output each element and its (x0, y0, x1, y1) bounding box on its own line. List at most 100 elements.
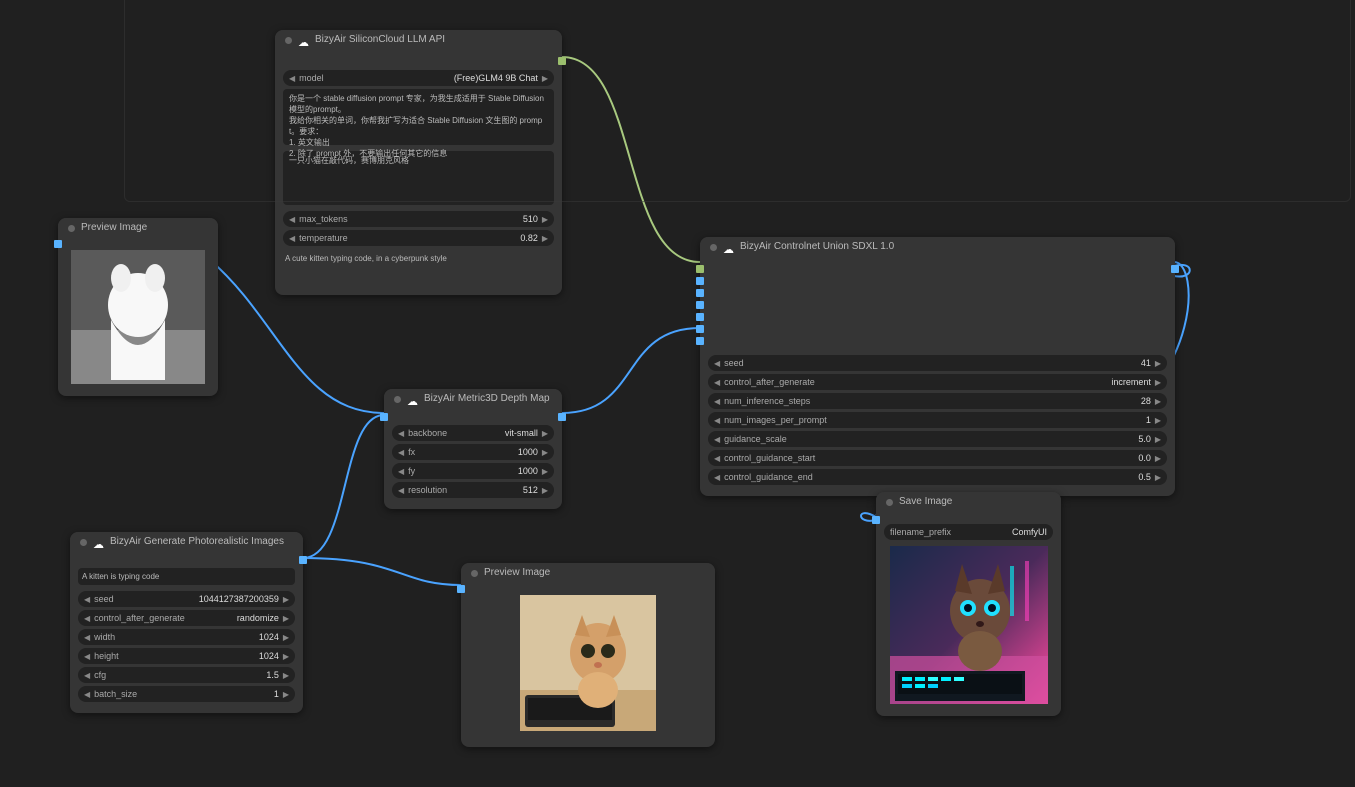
arrow-left-icon[interactable]: ◀ (398, 448, 404, 457)
arrow-right-icon[interactable]: ▶ (1155, 435, 1161, 444)
arrow-left-icon[interactable]: ◀ (714, 359, 720, 368)
input-port-1[interactable] (696, 265, 704, 273)
arrow-right-icon[interactable]: ▶ (542, 234, 548, 243)
output-port[interactable] (558, 413, 566, 421)
arrow-right-icon[interactable]: ▶ (283, 671, 289, 680)
control-guidance-end-input[interactable]: ◀control_guidance_end0.5▶ (708, 469, 1167, 485)
arrow-right-icon[interactable]: ▶ (283, 633, 289, 642)
arrow-left-icon[interactable]: ◀ (84, 671, 90, 680)
arrow-left-icon[interactable]: ◀ (398, 429, 404, 438)
output-port[interactable] (1171, 265, 1179, 273)
node-title[interactable]: Preview Image (461, 563, 715, 583)
user-prompt-input[interactable]: 一只小猫在敲代码，赛博朋克风格 (283, 151, 554, 205)
arrow-right-icon[interactable]: ▶ (542, 448, 548, 457)
node-depth-map[interactable]: BizyAir Metric3D Depth Map ◀backbonevit-… (384, 389, 562, 509)
arrow-left-icon[interactable]: ◀ (84, 595, 90, 604)
arrow-left-icon[interactable]: ◀ (714, 454, 720, 463)
arrow-left-icon[interactable]: ◀ (289, 74, 295, 83)
node-title[interactable]: BizyAir Controlnet Union SDXL 1.0 (700, 237, 1175, 257)
node-title[interactable]: BizyAir SiliconCloud LLM API (275, 30, 562, 50)
collapse-toggle-icon[interactable] (68, 225, 75, 232)
arrow-left-icon[interactable]: ◀ (714, 416, 720, 425)
arrow-right-icon[interactable]: ▶ (542, 467, 548, 476)
system-prompt-input[interactable]: 你是一个 stable diffusion prompt 专家，为我生成适用于 … (283, 89, 554, 145)
node-generate-images[interactable]: BizyAir Generate Photorealistic Images A… (70, 532, 303, 713)
arrow-left-icon[interactable]: ◀ (84, 690, 90, 699)
arrow-right-icon[interactable]: ▶ (1155, 454, 1161, 463)
seed-input[interactable]: ◀seed1044127387200359▶ (78, 591, 295, 607)
input-port-7[interactable] (696, 337, 704, 345)
node-save-image[interactable]: Save Image filename_prefix ComfyUI (876, 492, 1061, 716)
node-preview-image-2[interactable]: Preview Image (461, 563, 715, 747)
arrow-right-icon[interactable]: ▶ (1155, 416, 1161, 425)
seed-input[interactable]: ◀seed41▶ (708, 355, 1167, 371)
node-title[interactable]: Save Image (876, 492, 1061, 512)
prompt-input[interactable]: A kitten is typing code (78, 568, 295, 585)
input-port[interactable] (380, 413, 388, 421)
input-port[interactable] (872, 516, 880, 524)
control-guidance-start-input[interactable]: ◀control_guidance_start0.0▶ (708, 450, 1167, 466)
resolution-input[interactable]: ◀resolution512▶ (392, 482, 554, 498)
control-after-generate-select[interactable]: ◀control_after_generateincrement▶ (708, 374, 1167, 390)
node-preview-image-1[interactable]: Preview Image (58, 218, 218, 396)
collapse-toggle-icon[interactable] (394, 396, 401, 403)
fy-input[interactable]: ◀fy1000▶ (392, 463, 554, 479)
backbone-select[interactable]: ◀backbonevit-small▶ (392, 425, 554, 441)
arrow-right-icon[interactable]: ▶ (542, 74, 548, 83)
node-title[interactable]: BizyAir Metric3D Depth Map (384, 389, 562, 409)
input-port-5[interactable] (696, 313, 704, 321)
filename-prefix-input[interactable]: filename_prefix ComfyUI (884, 524, 1053, 540)
arrow-right-icon[interactable]: ▶ (1155, 359, 1161, 368)
output-port[interactable] (558, 57, 566, 65)
arrow-left-icon[interactable]: ◀ (714, 397, 720, 406)
control-after-generate-select[interactable]: ◀control_after_generaterandomize▶ (78, 610, 295, 626)
collapse-toggle-icon[interactable] (710, 244, 717, 251)
arrow-left-icon[interactable]: ◀ (84, 652, 90, 661)
guidance-scale-input[interactable]: ◀guidance_scale5.0▶ (708, 431, 1167, 447)
arrow-left-icon[interactable]: ◀ (714, 435, 720, 444)
arrow-right-icon[interactable]: ▶ (542, 486, 548, 495)
num-inference-steps-input[interactable]: ◀num_inference_steps28▶ (708, 393, 1167, 409)
cfg-input[interactable]: ◀cfg1.5▶ (78, 667, 295, 683)
collapse-toggle-icon[interactable] (471, 570, 478, 577)
arrow-left-icon[interactable]: ◀ (398, 467, 404, 476)
arrow-right-icon[interactable]: ▶ (283, 652, 289, 661)
collapse-toggle-icon[interactable] (80, 539, 87, 546)
arrow-right-icon[interactable]: ▶ (1155, 473, 1161, 482)
arrow-right-icon[interactable]: ▶ (283, 595, 289, 604)
node-title[interactable]: BizyAir Generate Photorealistic Images (70, 532, 303, 552)
arrow-right-icon[interactable]: ▶ (1155, 378, 1161, 387)
arrow-right-icon[interactable]: ▶ (283, 690, 289, 699)
width-input[interactable]: ◀width1024▶ (78, 629, 295, 645)
input-port[interactable] (457, 585, 465, 593)
arrow-left-icon[interactable]: ◀ (84, 633, 90, 642)
model-select[interactable]: ◀ model (Free)GLM4 9B Chat ▶ (283, 70, 554, 86)
arrow-right-icon[interactable]: ▶ (542, 215, 548, 224)
node-llm-api[interactable]: BizyAir SiliconCloud LLM API ◀ model (Fr… (275, 30, 562, 295)
arrow-right-icon[interactable]: ▶ (542, 429, 548, 438)
arrow-left-icon[interactable]: ◀ (714, 378, 720, 387)
arrow-right-icon[interactable]: ▶ (283, 614, 289, 623)
arrow-right-icon[interactable]: ▶ (1155, 397, 1161, 406)
arrow-left-icon[interactable]: ◀ (84, 614, 90, 623)
arrow-left-icon[interactable]: ◀ (289, 234, 295, 243)
arrow-left-icon[interactable]: ◀ (398, 486, 404, 495)
input-port-3[interactable] (696, 289, 704, 297)
arrow-left-icon[interactable]: ◀ (714, 473, 720, 482)
batch-size-input[interactable]: ◀batch_size1▶ (78, 686, 295, 702)
collapse-toggle-icon[interactable] (886, 499, 893, 506)
fx-input[interactable]: ◀fx1000▶ (392, 444, 554, 460)
num-images-per-prompt-input[interactable]: ◀num_images_per_prompt1▶ (708, 412, 1167, 428)
input-port-2[interactable] (696, 277, 704, 285)
input-port[interactable] (54, 240, 62, 248)
node-title[interactable]: Preview Image (58, 218, 218, 238)
collapse-toggle-icon[interactable] (285, 37, 292, 44)
arrow-left-icon[interactable]: ◀ (289, 215, 295, 224)
output-port[interactable] (299, 556, 307, 564)
input-port-4[interactable] (696, 301, 704, 309)
node-controlnet-union[interactable]: BizyAir Controlnet Union SDXL 1.0 ◀seed4… (700, 237, 1175, 496)
max-tokens-input[interactable]: ◀ max_tokens 510 ▶ (283, 211, 554, 227)
height-input[interactable]: ◀height1024▶ (78, 648, 295, 664)
temperature-input[interactable]: ◀ temperature 0.82 ▶ (283, 230, 554, 246)
input-port-6[interactable] (696, 325, 704, 333)
